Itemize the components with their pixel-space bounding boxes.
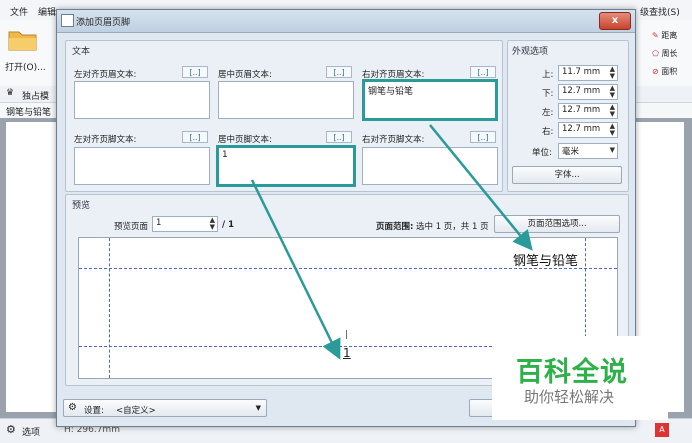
arrow-header-to-preview — [429, 124, 533, 251]
arrow-footer-to-preview — [250, 179, 341, 360]
watermark-logo: 百科全说 助你轻松解决 — [492, 336, 668, 420]
watermark-subtitle: 助你轻松解决 — [524, 388, 615, 406]
watermark-title: 百科全说 — [516, 357, 628, 388]
